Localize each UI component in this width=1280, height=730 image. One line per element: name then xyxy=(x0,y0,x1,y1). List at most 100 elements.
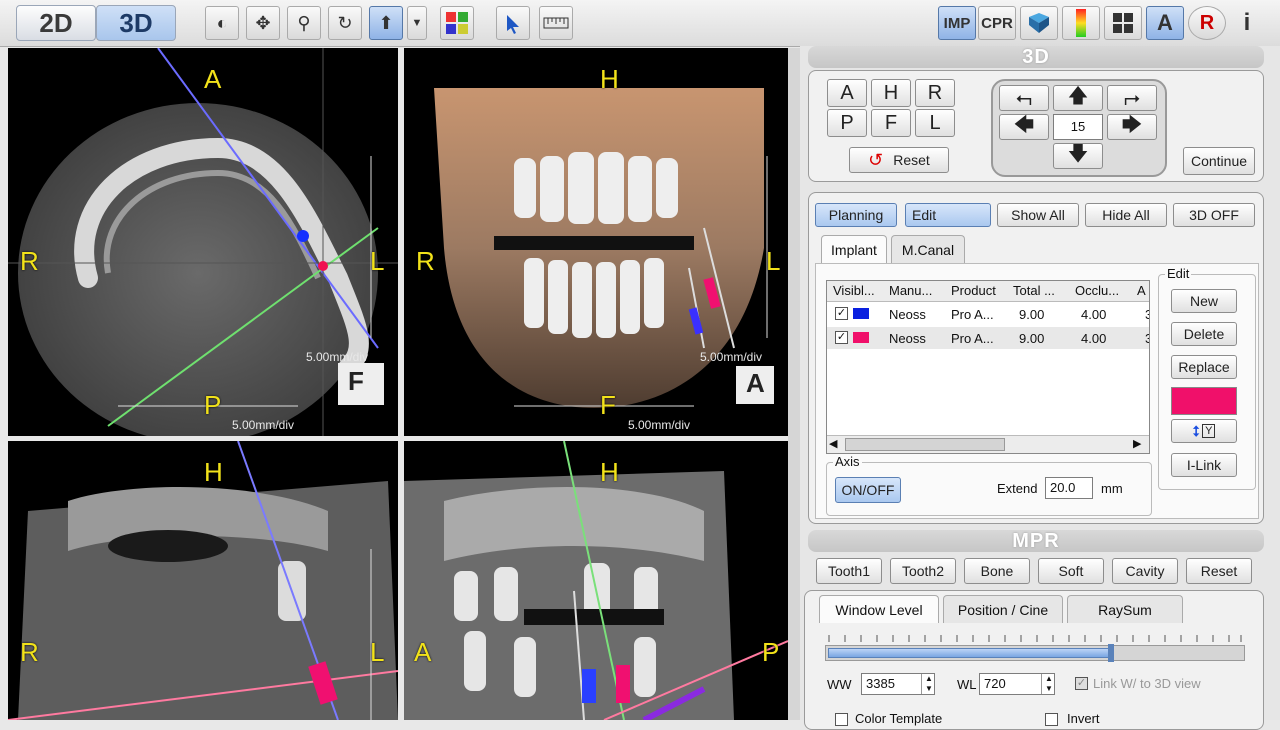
scroll-thumb[interactable] xyxy=(845,438,1005,451)
link-3d-checkbox[interactable]: ✓ xyxy=(1075,677,1088,690)
scroll-right-icon[interactable]: ▶ xyxy=(1133,437,1141,450)
ilink-button[interactable]: I-Link xyxy=(1171,453,1237,477)
ww-spinner-icon[interactable]: ▲ ▼ xyxy=(921,674,936,694)
preset-reset-button[interactable]: Reset xyxy=(1186,558,1252,584)
ruler-icon[interactable] xyxy=(539,6,573,40)
view-r-button[interactable]: R xyxy=(915,79,955,107)
planning-box: Planning Edit Show All Hide All 3D OFF I… xyxy=(808,192,1264,524)
edit-group-label: Edit xyxy=(1165,266,1192,281)
color-template-label: Color Template xyxy=(855,711,943,726)
axial-view[interactable]: A R L P 5.00mm/div 5.00mm/div F xyxy=(8,48,398,436)
mode-2d-button[interactable]: 2D xyxy=(16,5,96,41)
continue-button[interactable]: Continue xyxy=(1183,147,1255,175)
ww-label: WW xyxy=(827,677,852,692)
preset-tooth2-button[interactable]: Tooth2 xyxy=(890,558,956,584)
table-row[interactable]: ✓ Neoss Pro A... 9.00 4.00 3 xyxy=(827,327,1149,349)
arrow-left-icon[interactable]: 🡄 xyxy=(999,114,1049,140)
visibility-checkbox[interactable]: ✓ xyxy=(835,307,848,320)
tooth-icon[interactable] xyxy=(1020,6,1058,40)
reset-3d-button[interactable]: ↺ Reset xyxy=(849,147,949,173)
pointer-icon[interactable] xyxy=(496,6,530,40)
rotate-icon[interactable]: ↻ xyxy=(328,6,362,40)
tab-mcanal[interactable]: M.Canal xyxy=(891,235,965,263)
scroll-left-icon[interactable]: ◀ xyxy=(829,437,837,450)
colorbar-icon[interactable] xyxy=(1062,6,1100,40)
move-icon[interactable]: ✥ xyxy=(246,6,280,40)
dropdown-icon[interactable]: ▼ xyxy=(407,6,427,40)
coronal-view[interactable]: H A P xyxy=(404,441,788,720)
orientation-bottom-label: P xyxy=(204,390,222,420)
implant-color-swatch[interactable] xyxy=(1171,387,1237,415)
occlusal-cell: 4.00 xyxy=(1081,331,1107,346)
view-a-button[interactable]: A xyxy=(827,79,867,107)
hide-all-button[interactable]: Hide All xyxy=(1085,203,1167,227)
mode-3d-button[interactable]: 3D xyxy=(96,5,176,41)
view-l-button[interactable]: L xyxy=(915,109,955,137)
rotation-pad: ⮢ 🡅 ⮣ 🡄 15 🡆 🡇 xyxy=(991,79,1167,177)
sagittal-view[interactable]: H R L xyxy=(8,441,398,720)
cpr-button[interactable]: CPR xyxy=(978,6,1016,40)
tab-raysum[interactable]: RaySum xyxy=(1067,595,1183,623)
replace-implant-button[interactable]: Replace xyxy=(1171,355,1237,379)
extend-input[interactable]: 20.0 xyxy=(1045,477,1093,499)
delete-implant-button[interactable]: Delete xyxy=(1171,322,1237,346)
arrow-up-select-icon[interactable]: ⬆ xyxy=(369,6,403,40)
axis-toggle-button[interactable]: ON/OFF xyxy=(835,477,901,503)
mpr-box: Window Level Position / Cine RaySum WW 3… xyxy=(804,590,1264,730)
zoom-icon[interactable]: ⚲ xyxy=(287,6,321,40)
tab-window-level[interactable]: Window Level xyxy=(819,595,939,623)
rotate-left-icon[interactable]: ⮢ xyxy=(999,85,1049,111)
column-header[interactable]: Occlu... xyxy=(1075,281,1131,301)
column-header[interactable]: Manu... xyxy=(889,281,945,301)
arrow-up-icon[interactable]: 🡅 xyxy=(1053,85,1103,111)
table-row[interactable]: ✓ Neoss Pro A... 9.00 4.00 3 xyxy=(827,303,1149,325)
column-header[interactable]: A xyxy=(1137,281,1149,301)
splitter[interactable] xyxy=(788,48,800,720)
layout-icon[interactable] xyxy=(1104,6,1142,40)
orientation-right-label: L xyxy=(370,637,385,667)
preset-soft-button[interactable]: Soft xyxy=(1038,558,1104,584)
view-p-button[interactable]: P xyxy=(827,109,867,137)
orientation-left-label: A xyxy=(414,637,432,667)
axis-group: Axis ON/OFF Extend 20.0 mm xyxy=(826,454,1152,516)
layout-grid-icon[interactable] xyxy=(440,6,474,40)
window-handle[interactable] xyxy=(1108,644,1114,662)
column-header[interactable]: Product xyxy=(951,281,1007,301)
show-all-button[interactable]: Show All xyxy=(997,203,1079,227)
annotation-button[interactable]: A xyxy=(1146,6,1184,40)
tab-position-cine[interactable]: Position / Cine xyxy=(943,595,1063,623)
window-range[interactable] xyxy=(828,648,1112,658)
horizontal-scrollbar[interactable]: ◀ ▶ xyxy=(827,435,1149,453)
volume-view[interactable]: H R L F 5.00mm/div 5.00mm/div A xyxy=(404,48,788,436)
planning-button[interactable]: Planning xyxy=(815,203,897,227)
record-button[interactable]: R xyxy=(1188,6,1226,40)
arrow-down-icon[interactable]: 🡇 xyxy=(1053,143,1103,169)
arrow-right-icon[interactable]: 🡆 xyxy=(1107,114,1157,140)
rotate-right-icon[interactable]: ⮣ xyxy=(1107,85,1157,111)
column-header[interactable]: Total ... xyxy=(1013,281,1069,301)
orientation-cube-icon[interactable]: A xyxy=(746,368,765,399)
orientation-cube-icon[interactable]: F xyxy=(348,366,364,397)
view-h-button[interactable]: H xyxy=(871,79,911,107)
preset-tooth1-button[interactable]: Tooth1 xyxy=(816,558,882,584)
visibility-checkbox[interactable]: ✓ xyxy=(835,331,848,344)
manufacturer-cell: Neoss xyxy=(889,307,926,322)
orientation-left-label: R xyxy=(20,637,39,667)
extra-cell: 3 xyxy=(1145,305,1149,325)
wl-spinner-icon[interactable]: ▲ ▼ xyxy=(1041,674,1056,694)
new-implant-button[interactable]: New xyxy=(1171,289,1237,313)
tab-implant[interactable]: Implant xyxy=(821,235,887,263)
view-f-button[interactable]: F xyxy=(871,109,911,137)
step-input[interactable]: 15 xyxy=(1053,114,1103,140)
align-implant-icon[interactable]: ⭥ Y xyxy=(1171,419,1237,443)
contrast-icon[interactable]: ◐ xyxy=(205,6,239,40)
imp-button[interactable]: IMP xyxy=(938,6,976,40)
preset-bone-button[interactable]: Bone xyxy=(964,558,1030,584)
edit-mode-button[interactable]: Edit xyxy=(905,203,991,227)
preset-cavity-button[interactable]: Cavity xyxy=(1112,558,1178,584)
link-3d-label: Link W/ to 3D view xyxy=(1093,676,1201,691)
info-button[interactable]: i xyxy=(1230,6,1264,40)
3d-off-button[interactable]: 3D OFF xyxy=(1173,203,1255,227)
window-slider[interactable] xyxy=(825,644,1245,662)
column-header[interactable]: Visibl... xyxy=(833,281,883,301)
